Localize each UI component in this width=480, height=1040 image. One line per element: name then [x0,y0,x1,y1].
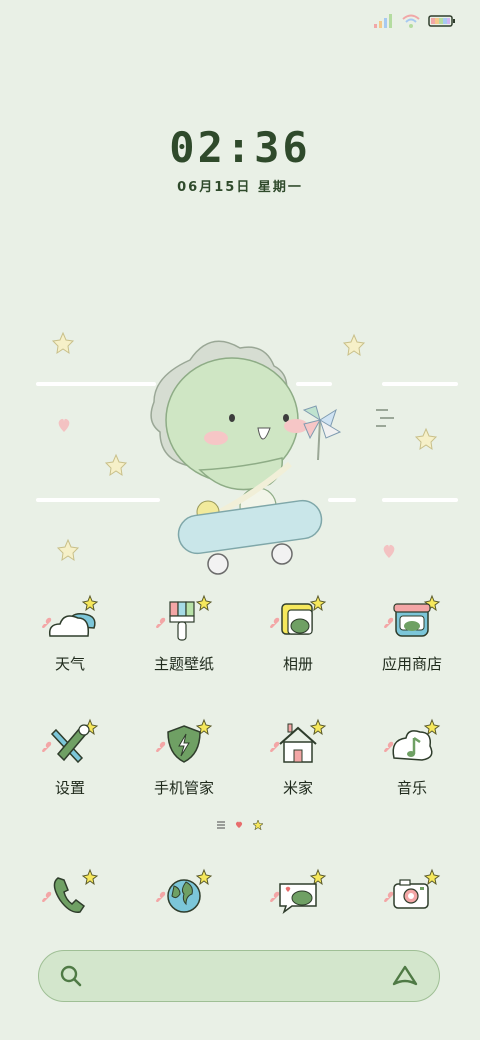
camera-icon [384,868,441,909]
app-mijia[interactable]: 米家 [241,716,355,798]
page-star-icon [253,820,263,830]
app-grid-row-1: 天气 主题壁纸 相册 应用商店 [13,592,480,674]
app-grid-row-2: 设置 手机管家 米家 音乐 [13,716,480,798]
app-store[interactable]: 应用商店 [355,592,469,674]
weather-cloud-icon [42,594,99,637]
dock [13,866,480,922]
app-themes[interactable]: 主题壁纸 [127,592,241,674]
search-bar[interactable] [38,950,440,1002]
app-browser[interactable] [127,866,241,922]
app-messages[interactable] [241,866,355,922]
phone-icon [42,868,99,913]
app-settings[interactable]: 设置 [13,716,127,798]
music-note-icon [384,718,441,761]
battery-icon [428,15,455,27]
app-mijia-label: 米家 [282,779,313,797]
app-weather-label: 天气 [54,655,85,673]
app-music[interactable]: 音乐 [355,716,469,798]
gallery-icon [270,594,327,635]
app-settings-label: 设置 [54,779,85,797]
lockscreen-clock[interactable]: 02:36 06月15日 星期一 [0,122,480,195]
search-input[interactable] [93,966,381,986]
paintbrush-icon [156,594,213,641]
app-phone[interactable] [13,866,127,922]
app-store-label: 应用商店 [381,655,442,673]
app-security-label: 手机管家 [153,779,214,797]
app-music-label: 音乐 [396,779,427,797]
status-bar [374,10,456,32]
dinosaur-skateboard-illustration [36,331,458,575]
app-security[interactable]: 手机管家 [127,716,241,798]
wifi-icon [402,14,420,28]
app-gallery-label: 相册 [282,655,313,673]
page-list-icon [217,821,225,829]
app-gallery[interactable]: 相册 [241,592,355,674]
chat-bubble-icon [270,868,327,915]
globe-icon [156,868,213,913]
clock-date: 06月15日 星期一 [177,180,303,195]
assistant-icon[interactable] [391,964,419,988]
wrench-icon [42,718,99,764]
app-store-icon [384,594,441,637]
app-weather[interactable]: 天气 [13,592,127,674]
search-icon [60,965,82,987]
page-indicator[interactable] [0,820,480,830]
signal-icon [374,14,392,28]
clock-time: 02:36 [169,123,311,172]
page-heart-icon [235,821,243,828]
app-camera[interactable] [355,866,469,922]
house-icon [270,718,327,763]
app-themes-label: 主题壁纸 [153,655,214,673]
shield-icon [156,718,213,763]
